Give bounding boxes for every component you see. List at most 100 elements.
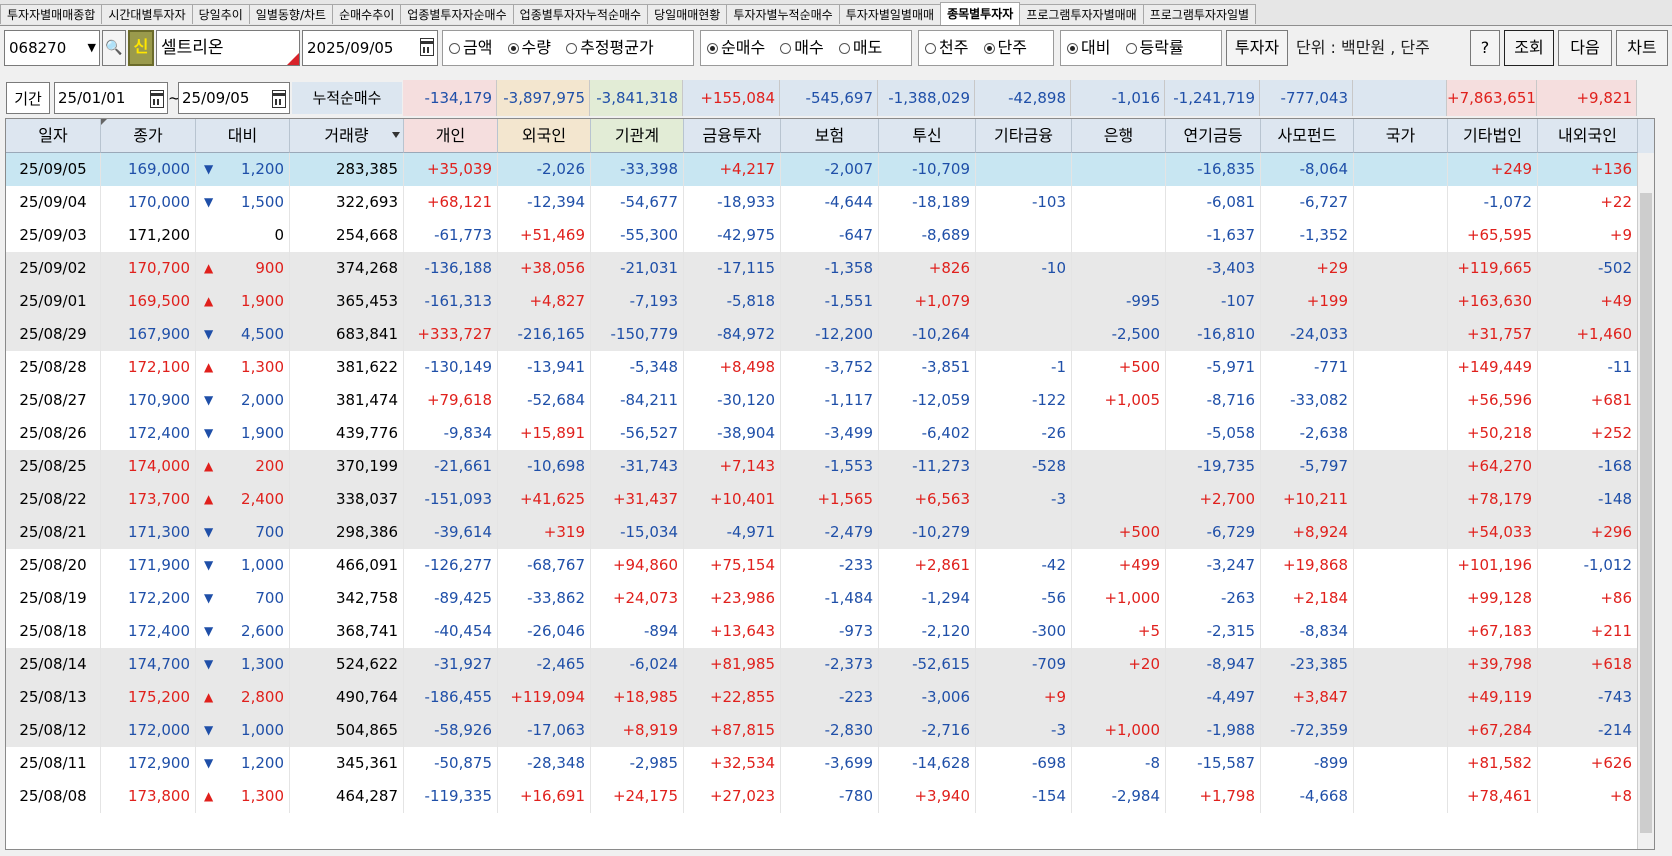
- table-row[interactable]: 25/09/04 170,000 ▼ 1,500 322,693 +68,121 -12,3…: [6, 186, 1654, 219]
- investor-value-cell: -2,315: [1166, 615, 1261, 648]
- search-icon[interactable]: 🔍: [102, 30, 126, 66]
- column-header[interactable]: 일자: [6, 119, 101, 153]
- investor-value-cell: -28,348: [498, 747, 591, 780]
- calendar-icon[interactable]: [150, 90, 164, 108]
- column-header[interactable]: 국가: [1354, 119, 1448, 153]
- investor-value-cell: -1,072: [1448, 186, 1538, 219]
- table-row[interactable]: 25/09/05 169,000 ▼ 1,200 283,385 +35,039 -2,02…: [6, 153, 1654, 186]
- table-row[interactable]: 25/08/14 174,700 ▼ 1,300 524,622 -31,927 -2,46…: [6, 648, 1654, 681]
- radio-diff[interactable]: 대비: [1067, 31, 1110, 65]
- cumulative-value: -3,897,975: [497, 80, 590, 116]
- column-header[interactable]: 은행: [1072, 119, 1166, 153]
- radio-quantity[interactable]: 수량: [507, 31, 551, 65]
- table-row[interactable]: 25/08/26 172,400 ▼ 1,900 439,776 -9,834 +15,89…: [6, 417, 1654, 450]
- tab-11[interactable]: 프로그램투자자별매매: [1019, 4, 1144, 24]
- tab-6[interactable]: 업종별투자자누적순매수: [512, 4, 649, 24]
- tab-12[interactable]: 프로그램투자자일별: [1142, 4, 1257, 24]
- radio-change-rate[interactable]: 등락률: [1125, 31, 1184, 65]
- tab-1[interactable]: 시간대별투자자: [101, 4, 193, 24]
- table-row[interactable]: 25/08/22 173,700 ▲ 2,400 338,037 -151,093 +41,…: [6, 483, 1654, 516]
- table-row[interactable]: 25/08/21 171,300 ▼ 700 298,386 -39,614 +319 -15…: [6, 516, 1654, 549]
- query-button[interactable]: 조회: [1504, 30, 1554, 66]
- diff-cell: ▼ 1,200: [196, 153, 290, 186]
- investor-value-cell: -19,735: [1166, 450, 1261, 483]
- table-row[interactable]: 25/08/08 173,800 ▲ 1,300 464,287 -119,335 +16,…: [6, 780, 1654, 813]
- radio-buy[interactable]: 매수: [780, 31, 824, 65]
- tab-4[interactable]: 순매수추이: [332, 4, 402, 24]
- period-from-text: 25/01/01: [58, 89, 126, 107]
- table-row[interactable]: 25/08/12 172,000 ▼ 1,000 504,865 -58,926 -17,0…: [6, 714, 1654, 747]
- vertical-scrollbar[interactable]: [1637, 153, 1654, 849]
- column-header[interactable]: 종가: [101, 119, 196, 153]
- investor-value-cell: -1,637: [1166, 219, 1261, 252]
- stock-code-input[interactable]: 068270 ▼: [4, 30, 100, 66]
- stock-name-field[interactable]: 셀트리온: [156, 30, 300, 66]
- column-header[interactable]: 기타법인: [1448, 119, 1538, 153]
- column-header[interactable]: 기타금융: [976, 119, 1072, 153]
- investor-value-cell: -122: [976, 384, 1072, 417]
- tab-8[interactable]: 투자자별누적순매수: [726, 4, 840, 24]
- radio-thousand-shares[interactable]: 천주: [925, 31, 968, 65]
- radio-sell[interactable]: 매도: [838, 31, 882, 65]
- investor-value-cell: [1072, 450, 1166, 483]
- radio-amount[interactable]: 금액: [449, 31, 492, 65]
- investor-value-cell: +8: [1538, 780, 1638, 813]
- tab-0[interactable]: 투자자별매매종합: [0, 4, 103, 24]
- table-row[interactable]: 25/08/25 174,000 ▲ 200 370,199 -21,661 -10,698…: [6, 450, 1654, 483]
- investor-data-grid[interactable]: 일자 종가 대비 거래량 개인 외국인 기관계 금융투자 보험 투신 기타금융 은행 연기금등 사모펀드 국…: [5, 118, 1655, 850]
- table-row[interactable]: 25/08/18 172,400 ▼ 2,600 368,741 -40,454 -26,0…: [6, 615, 1654, 648]
- chart-button[interactable]: 차트: [1616, 30, 1668, 66]
- scrollbar-thumb[interactable]: [1640, 193, 1652, 833]
- column-header[interactable]: 대비: [196, 119, 290, 153]
- table-row[interactable]: 25/08/28 172,100 ▲ 1,300 381,622 -130,149 -13,…: [6, 351, 1654, 384]
- help-button[interactable]: ?: [1470, 30, 1500, 66]
- column-header[interactable]: 사모펀드: [1261, 119, 1354, 153]
- calendar-icon[interactable]: [272, 90, 286, 108]
- table-row[interactable]: 25/09/03 171,200 0 254,668 -61,773 +51,469 -55…: [6, 219, 1654, 252]
- column-header[interactable]: 내외국인: [1538, 119, 1638, 153]
- table-row[interactable]: 25/08/13 175,200 ▲ 2,800 490,764 -186,455 +119…: [6, 681, 1654, 714]
- dropdown-arrow-icon[interactable]: ▼: [88, 31, 96, 65]
- investor-value-cell: -2,120: [879, 615, 976, 648]
- column-header[interactable]: 기관계: [591, 119, 684, 153]
- radio-label: 매수: [794, 38, 824, 57]
- column-header[interactable]: 금융투자: [684, 119, 781, 153]
- tab-2[interactable]: 당일추이: [191, 4, 250, 24]
- cumulative-value: -777,043: [1260, 80, 1353, 116]
- shin-badge[interactable]: 신: [128, 30, 154, 66]
- column-header[interactable]: 투신: [879, 119, 976, 153]
- tab-9[interactable]: 투자자별일별매매: [838, 4, 942, 24]
- tab-10[interactable]: 종목별투자자: [940, 2, 1021, 25]
- investor-value-cell: -13,941: [498, 351, 591, 384]
- dropdown-arrow-icon[interactable]: [392, 132, 400, 138]
- radio-single-shares[interactable]: 단주: [983, 31, 1027, 65]
- column-header-label: 보험: [814, 126, 845, 145]
- column-header[interactable]: 개인: [404, 119, 498, 153]
- tab-3[interactable]: 일별동향/차트: [248, 4, 334, 24]
- table-row[interactable]: 25/08/11 172,900 ▼ 1,200 345,361 -50,875 -28,3…: [6, 747, 1654, 780]
- radio-net-buy[interactable]: 순매수: [707, 31, 765, 65]
- column-header[interactable]: 보험: [781, 119, 879, 153]
- radio-avg-price[interactable]: 추정평균가: [566, 31, 654, 65]
- column-header[interactable]: 거래량: [290, 119, 404, 153]
- next-button[interactable]: 다음: [1558, 30, 1612, 66]
- table-row[interactable]: 25/09/02 170,700 ▲ 900 374,268 -136,188 +38,05…: [6, 252, 1654, 285]
- column-header[interactable]: 연기금등: [1166, 119, 1261, 153]
- table-row[interactable]: 25/08/27 170,900 ▼ 2,000 381,474 +79,618 -52,6…: [6, 384, 1654, 417]
- investor-value-cell: +5: [1072, 615, 1166, 648]
- calendar-icon[interactable]: [420, 38, 434, 56]
- investor-button[interactable]: 투자자: [1226, 30, 1288, 66]
- column-header[interactable]: 외국인: [498, 119, 591, 153]
- tab-5[interactable]: 업종별투자자순매수: [400, 4, 514, 24]
- period-to-input[interactable]: 25/09/05: [178, 82, 290, 114]
- table-row[interactable]: 25/08/29 167,900 ▼ 4,500 683,841 +333,727 -216…: [6, 318, 1654, 351]
- table-row[interactable]: 25/08/19 172,200 ▼ 700 342,758 -89,425 -33,862…: [6, 582, 1654, 615]
- investor-value-cell: +10,211: [1261, 483, 1354, 516]
- date-input[interactable]: 2025/09/05: [302, 30, 438, 66]
- period-from-input[interactable]: 25/01/01: [54, 82, 168, 114]
- investor-value-cell: +333,727: [404, 318, 498, 351]
- tab-7[interactable]: 당일매매현황: [647, 4, 728, 24]
- table-row[interactable]: 25/08/20 171,900 ▼ 1,000 466,091 -126,277 -68,…: [6, 549, 1654, 582]
- table-row[interactable]: 25/09/01 169,500 ▲ 1,900 365,453 -161,313 +4,8…: [6, 285, 1654, 318]
- investor-value-cell: +1,000: [1072, 582, 1166, 615]
